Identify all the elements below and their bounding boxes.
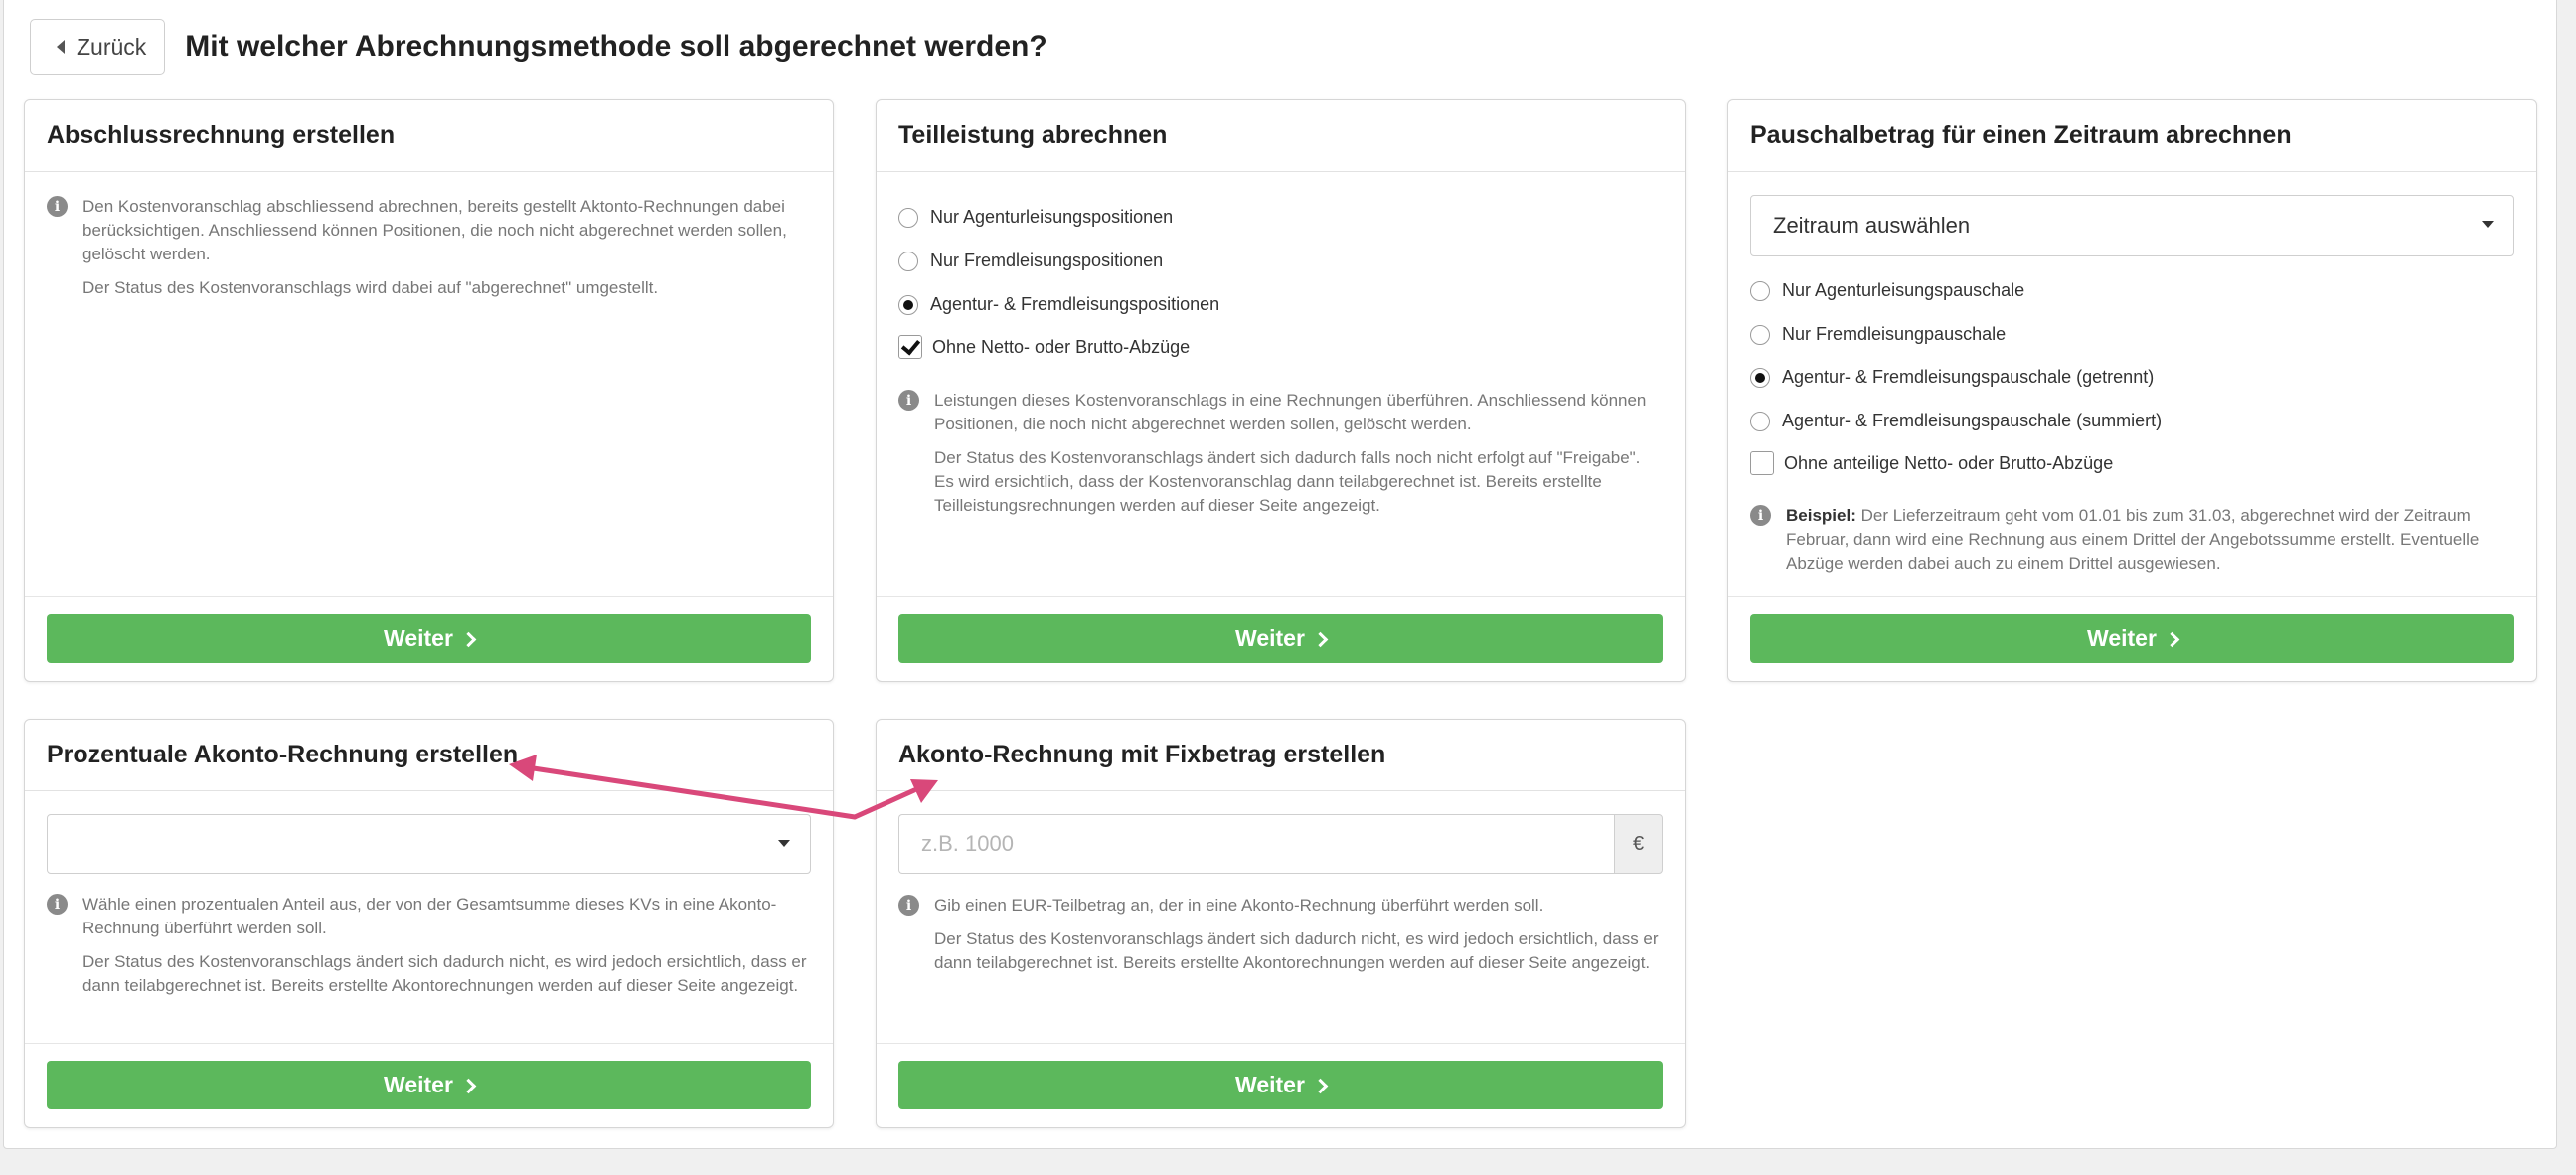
- radio-label: Nur Fremdleisungspositionen: [930, 251, 1164, 270]
- radio-agentur-fremd[interactable]: Agentur- & Fremdleisungspositionen: [898, 294, 1219, 315]
- info-label-beispiel: Beispiel:: [1786, 506, 1856, 525]
- fixbetrag-input-group: €: [898, 814, 1663, 874]
- caret-left-icon: [57, 40, 65, 54]
- card-footer: Weiter: [25, 596, 833, 681]
- card-abschlussrechnung: Abschlussrechnung erstellen i Den Kosten…: [24, 99, 834, 682]
- info-block: i Den Kostenvoranschlag abschliessend ab…: [47, 195, 811, 310]
- info-block: i Gib einen EUR-Teilbetrag an, der in ei…: [898, 894, 1663, 985]
- card-prozentuale-akonto: Prozentuale Akonto-Rechnung erstellen i …: [24, 719, 834, 1128]
- card-footer: Weiter: [25, 1043, 833, 1127]
- card-title: Akonto-Rechnung mit Fixbetrag erstellen: [877, 720, 1685, 791]
- radio-label: Nur Agenturleisungspauschale: [1782, 280, 2025, 300]
- radio-label: Agentur- & Fremdleisungspauschale (summi…: [1782, 411, 2163, 430]
- radio-nur-agentur-pauschale[interactable]: Nur Agenturleisungspauschale: [1750, 280, 2024, 301]
- card-title: Pauschalbetrag für einen Zeitraum abrech…: [1728, 100, 2536, 172]
- card-pauschalbetrag: Pauschalbetrag für einen Zeitraum abrech…: [1727, 99, 2537, 682]
- info-text: Leistungen dieses Kostenvoranschlags in …: [934, 391, 1647, 433]
- radio-label: Nur Fremdleisungpauschale: [1782, 324, 2007, 344]
- info-text: Gib einen EUR-Teilbetrag an, der in eine…: [934, 896, 1544, 915]
- weiter-button-label: Weiter: [1235, 1072, 1305, 1097]
- chevron-right-icon: [460, 1078, 477, 1093]
- checkbox-label: Ohne Netto- oder Brutto-Abzüge: [932, 336, 1191, 357]
- info-icon: i: [47, 196, 68, 217]
- weiter-button[interactable]: Weiter: [47, 614, 811, 663]
- chevron-right-icon: [460, 631, 477, 647]
- back-button[interactable]: Zurück: [30, 19, 166, 75]
- card-title: Teilleistung abrechnen: [877, 100, 1685, 172]
- page-title: Mit welcher Abrechnungsmethode soll abge…: [185, 30, 1047, 63]
- card-teilleistung: Teilleistung abrechnen Nur Agenturleisun…: [876, 99, 1686, 682]
- info-text: Der Status des Kostenvoranschlags ändert…: [934, 929, 1659, 972]
- info-icon: i: [898, 895, 919, 916]
- currency-addon: €: [1614, 814, 1663, 874]
- info-block: i Wähle einen prozentualen Anteil aus, d…: [47, 893, 811, 1008]
- weiter-button[interactable]: Weiter: [898, 614, 1663, 663]
- info-text: Wähle einen prozentualen Anteil aus, der…: [82, 895, 777, 937]
- weiter-button[interactable]: Weiter: [1750, 614, 2514, 663]
- card-footer: Weiter: [877, 596, 1685, 681]
- checkbox[interactable]: [1750, 451, 1774, 475]
- chevron-right-icon: [1312, 631, 1329, 647]
- info-text: Der Status des Kostenvoranschlags wird d…: [82, 278, 659, 297]
- radio-pauschale-getrennt[interactable]: Agentur- & Fremdleisungspauschale (getre…: [1750, 367, 2154, 388]
- weiter-button-label: Weiter: [2087, 625, 2157, 651]
- caret-down-icon: [2482, 221, 2494, 228]
- radio-label: Agentur- & Fremdleisungspositionen: [930, 294, 1220, 314]
- info-icon: i: [47, 894, 68, 915]
- info-block: i Beispiel: Der Lieferzeitraum geht vom …: [1750, 504, 2514, 586]
- info-text: Der Status des Kostenvoranschlags ändert…: [82, 952, 807, 995]
- info-text: Der Status des Kostenvoranschlags ändert…: [934, 448, 1641, 515]
- weiter-button[interactable]: Weiter: [898, 1061, 1663, 1109]
- radio-button[interactable]: [1750, 324, 1770, 345]
- radio-nur-fremd-pauschale[interactable]: Nur Fremdleisungpauschale: [1750, 324, 2006, 345]
- card-title: Abschlussrechnung erstellen: [25, 100, 833, 172]
- prozent-select[interactable]: [47, 814, 811, 874]
- weiter-button-label: Weiter: [384, 625, 453, 651]
- card-footer: Weiter: [1728, 596, 2536, 681]
- info-block: i Leistungen dieses Kostenvoranschlags i…: [898, 389, 1663, 528]
- radio-button-selected[interactable]: [898, 294, 918, 315]
- checkbox-ohne-anteilige-abzuege[interactable]: Ohne anteilige Netto- oder Brutto-Abzüge: [1750, 451, 2113, 475]
- info-text: Den Kostenvoranschlag abschliessend abre…: [82, 197, 787, 263]
- back-button-label: Zurück: [77, 33, 147, 60]
- page-header: Zurück Mit welcher Abrechnungsmethode so…: [30, 19, 1047, 75]
- checkbox-label: Ohne anteilige Netto- oder Brutto-Abzüge: [1784, 452, 2114, 473]
- select-value: Zeitraum auswählen: [1773, 213, 1971, 238]
- card-title: Prozentuale Akonto-Rechnung erstellen: [25, 720, 833, 791]
- fixbetrag-input[interactable]: [898, 814, 1614, 874]
- radio-label: Agentur- & Fremdleisungspauschale (getre…: [1782, 367, 2155, 387]
- checkbox-checked[interactable]: [898, 335, 922, 359]
- zeitraum-select[interactable]: Zeitraum auswählen: [1750, 195, 2514, 256]
- info-icon: i: [898, 390, 919, 411]
- caret-down-icon: [778, 840, 790, 847]
- weiter-button-label: Weiter: [384, 1072, 453, 1097]
- info-icon: i: [1750, 505, 1771, 526]
- radio-button[interactable]: [898, 251, 918, 271]
- radio-nur-fremd[interactable]: Nur Fremdleisungspositionen: [898, 251, 1163, 271]
- radio-button[interactable]: [898, 207, 918, 228]
- radio-label: Nur Agenturleisungspositionen: [930, 207, 1174, 227]
- radio-button-selected[interactable]: [1750, 367, 1770, 388]
- card-akonto-fixbetrag: Akonto-Rechnung mit Fixbetrag erstellen …: [876, 719, 1686, 1128]
- chevron-right-icon: [1312, 1078, 1329, 1093]
- weiter-button[interactable]: Weiter: [47, 1061, 811, 1109]
- weiter-button-label: Weiter: [1235, 625, 1305, 651]
- checkbox-ohne-abzuege[interactable]: Ohne Netto- oder Brutto-Abzüge: [898, 335, 1190, 359]
- chevron-right-icon: [2164, 631, 2180, 647]
- radio-pauschale-summiert[interactable]: Agentur- & Fremdleisungspauschale (summi…: [1750, 411, 2162, 431]
- card-footer: Weiter: [877, 1043, 1685, 1127]
- radio-button[interactable]: [1750, 411, 1770, 431]
- radio-nur-agentur[interactable]: Nur Agenturleisungspositionen: [898, 207, 1173, 228]
- info-text: Der Lieferzeitraum geht vom 01.01 bis zu…: [1786, 506, 2480, 573]
- radio-button[interactable]: [1750, 280, 1770, 301]
